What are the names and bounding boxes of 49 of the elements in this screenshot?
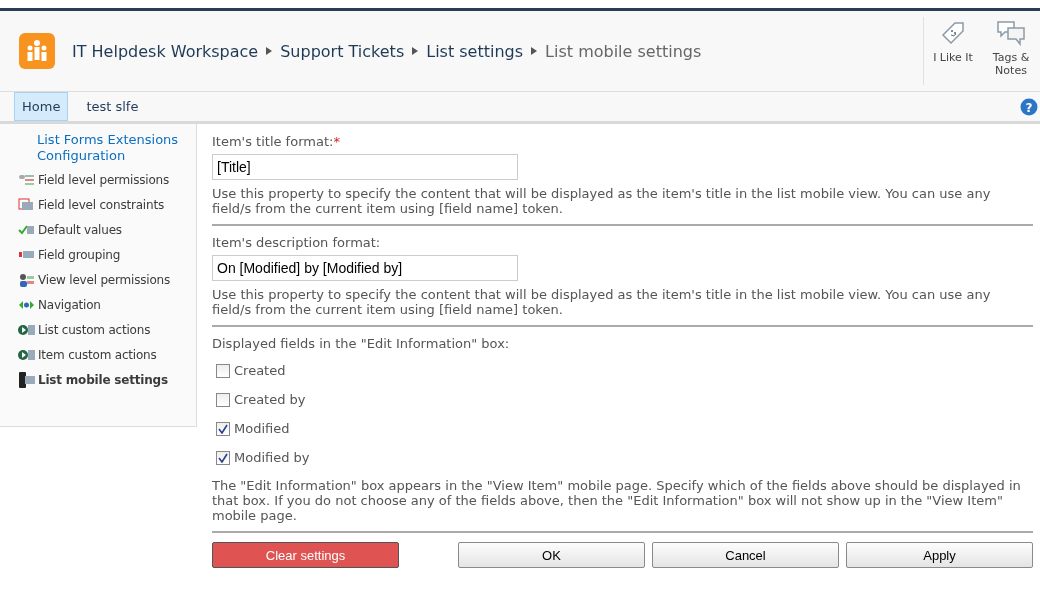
checkbox-label[interactable]: Modified [234,421,290,436]
checkbox[interactable] [216,421,230,436]
nav-tab[interactable]: test slfe [78,92,147,121]
arrow-icon [266,47,273,55]
help-text: Use this property to specify the content that will be displayed as the item's title in the list mobile view. You can use any field/s from the current item using [field name] token. [212,287,992,317]
help-text: Use this property to specify the content that will be displayed as the item's title in the list mobile view. You can use any field/s from the current item using [field name] token. [212,186,992,216]
field-label: Displayed fields in the "Edit Information" box: [212,336,511,351]
required-mark: * [333,134,340,149]
sidebar-link[interactable]: Item custom actions [38,347,157,362]
sidebar-heading[interactable]: List Forms Extensions Configuration [18,132,196,164]
action-button[interactable]: Cancel [652,542,839,568]
sidebar-link[interactable]: List mobile settings [38,372,168,387]
sidebar-link[interactable]: View level permissions [38,272,171,287]
social-label[interactable]: Tags & Notes [982,51,1040,78]
sidebar-link[interactable]: Field level constraints [38,197,164,212]
field-label: Item's title format:* [212,134,341,149]
breadcrumb-link[interactable]: Support Tickets [280,41,405,61]
sidebar-link[interactable]: Field level permissions [38,172,170,187]
checkbox[interactable] [216,363,230,378]
breadcrumb-link[interactable]: List mobile settings [545,41,702,61]
checkbox-label[interactable]: Created by [234,392,306,407]
checkbox[interactable] [216,392,230,407]
checkbox[interactable] [216,450,230,465]
sidebar-link[interactable]: List custom actions [38,322,151,337]
sidebar-link[interactable]: Default values [38,222,122,237]
phone-icon [18,371,36,388]
checkbox-label[interactable]: Created [234,363,286,378]
help-text: The "Edit Information" box appears in the "View Item" mobile page. Specify which of the fields above should be displayed in that box. If you do not choose any of the fields above, then the "Edit Information" box will not show up in the "View Item" mobile page. [212,478,1022,523]
text-field[interactable]: On [Modified] by [Modified by] [212,255,518,281]
action-button[interactable]: Clear settings [212,542,399,568]
checkbox-label[interactable]: Modified by [234,450,310,465]
people-logo-icon [18,32,56,70]
arrow-icon [531,47,538,55]
list-icon [18,271,36,288]
action-button[interactable]: OK [458,542,645,568]
help-icon[interactable]: ? [1020,97,1038,116]
list-icon [18,196,36,213]
action-button[interactable]: Apply [846,542,1033,568]
nav-tab[interactable]: Home [14,92,69,121]
text-field[interactable]: [Title] [212,154,518,180]
sidebar-link[interactable]: Navigation [38,297,101,312]
sidebar-link[interactable]: Field grouping [38,247,121,262]
tag-smiley-icon[interactable] [939,19,967,47]
social-label[interactable]: I Like It [933,51,973,65]
speech-bubbles-icon[interactable] [996,19,1026,47]
arrow-icon [412,47,419,55]
breadcrumb-link[interactable]: IT Helpdesk Workspace [72,41,259,61]
breadcrumb-link[interactable]: List settings [426,41,524,61]
field-label: Item's description format: [212,235,382,250]
